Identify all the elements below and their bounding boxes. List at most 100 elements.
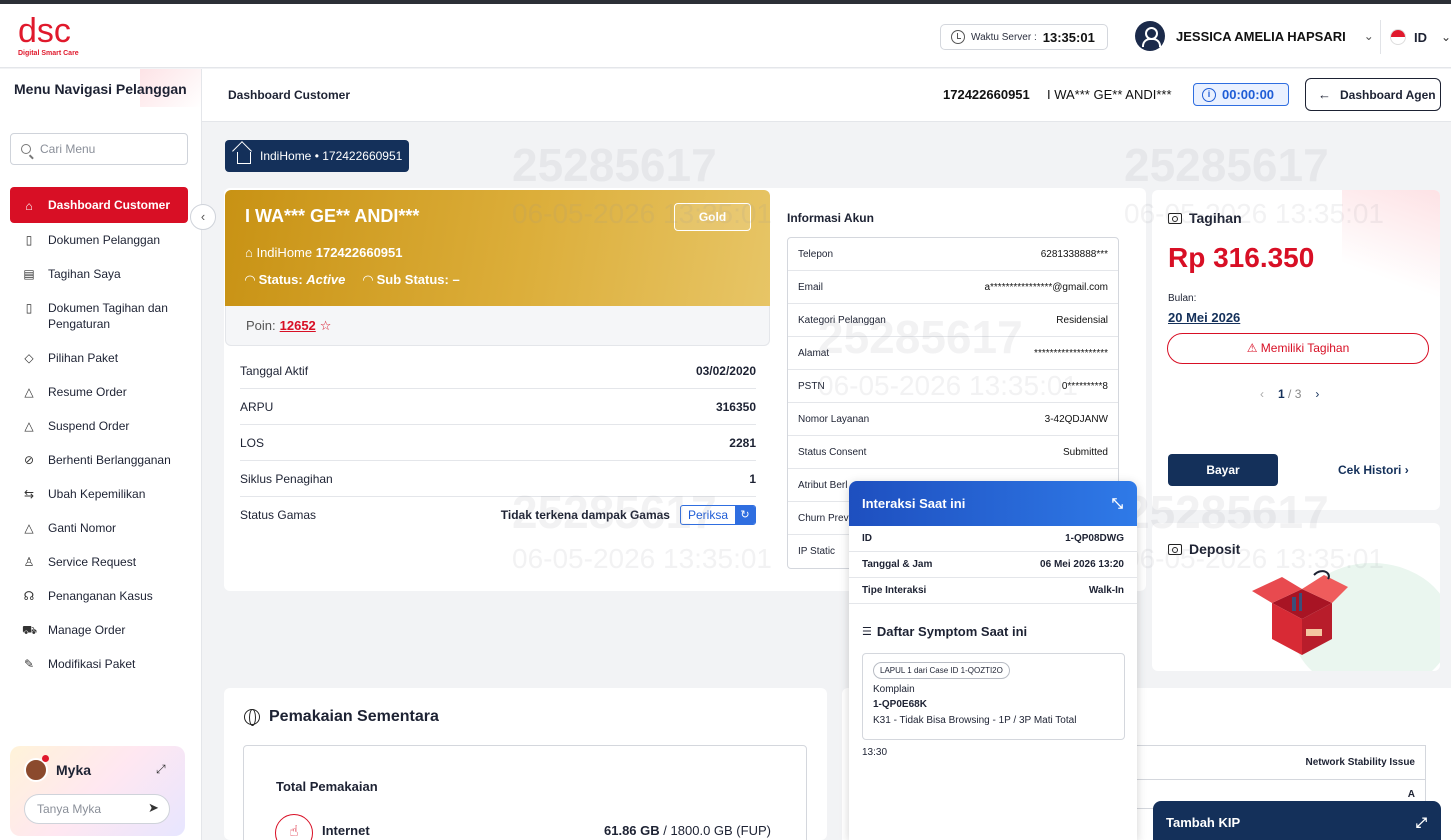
breadcrumb: Dashboard Customer xyxy=(228,88,351,102)
dsc-logo[interactable]: dsc Digital Smart Care xyxy=(18,12,98,62)
user-name: JESSICA AMELIA HAPSARI xyxy=(1176,28,1346,44)
sidebar-item-label: Manage Order xyxy=(48,623,126,637)
usage-separator: / xyxy=(663,823,667,838)
internet-usage-value: 61.86 GB / 1800.0 GB (FUP) xyxy=(604,823,771,838)
sidebar-item-dokumen-pelanggan[interactable]: ▯ Dokumen Pelanggan xyxy=(10,223,188,257)
month-value[interactable]: 20 Mei 2026 xyxy=(1168,310,1240,325)
add-kip-panel[interactable]: Tambah KIP ⤢ xyxy=(1153,801,1441,840)
send-icon[interactable]: ➤ xyxy=(148,800,159,816)
sidebar-item-ubah-kepemilikan[interactable]: ⇆ Ubah Kepemilikan xyxy=(10,477,188,511)
wifi-icon: ◠ xyxy=(245,272,259,287)
receipt-icon: ▤ xyxy=(23,267,35,281)
sidebar-item-service-request[interactable]: ♙ Service Request xyxy=(10,545,188,579)
logo-subtitle: Digital Smart Care xyxy=(18,50,79,57)
triangle-icon: △ xyxy=(24,521,34,535)
sidebar-item-suspend-order[interactable]: △ Suspend Order xyxy=(10,409,188,443)
chevron-left-icon[interactable]: ‹ xyxy=(1260,387,1264,401)
info-label: LOS xyxy=(240,435,265,450)
sidebar-item-label: Service Request xyxy=(48,555,137,569)
usage-quota: 1800.0 GB (FUP) xyxy=(670,823,771,838)
sidebar-item-pilihan-paket[interactable]: ◇ Pilihan Paket xyxy=(10,341,188,375)
list-icon: ☰ xyxy=(862,626,872,638)
usage-used: 61.86 GB xyxy=(604,823,660,838)
billing-status-text: Memiliki Tagihan xyxy=(1260,341,1350,355)
search-placeholder: Cari Menu xyxy=(40,142,96,156)
star-icon: ☆ xyxy=(319,318,332,333)
current-interaction-panel: Interaksi Saat ini ⤡ ID 1-QP08DWG Tanggal … xyxy=(849,481,1137,840)
account-row: Email a****************@gmail.com xyxy=(788,271,1118,304)
poin-link[interactable]: 12652 xyxy=(280,318,316,333)
service-tab[interactable]: IndiHome • 172422660951 xyxy=(225,140,409,172)
sidebar-item-manage-order[interactable]: ⛟ Manage Order xyxy=(10,613,188,647)
sub-header: Dashboard Customer 172422660951 I WA*** … xyxy=(202,69,1451,122)
info-value: Tidak terkena dampak Gamas xyxy=(500,508,670,522)
timer-value: 00:00:00 xyxy=(1222,87,1275,102)
headset-icon: ☊ xyxy=(23,589,35,603)
account-row: Telepon 6281338888*** xyxy=(788,238,1118,271)
sidebar-item-modifikasi-paket[interactable]: ✎ Modifikasi Paket xyxy=(10,647,188,681)
month-label: Bulan: xyxy=(1168,293,1197,304)
info-value: 316350 xyxy=(715,399,756,414)
session-timer: i 00:00:00 xyxy=(1193,83,1289,106)
billing-amount: Rp 316.350 xyxy=(1168,242,1315,273)
sidebar-item-tagihan-saya[interactable]: ▤ Tagihan Saya xyxy=(10,257,188,291)
sidebar-collapse-button[interactable]: ‹ xyxy=(190,204,216,230)
user-icon: ♙ xyxy=(23,555,35,569)
refresh-icon: ↻ xyxy=(735,506,755,524)
menu-search-input[interactable]: Cari Menu xyxy=(10,133,188,165)
sidebar-item-label: Dokumen Tagihan dan Pengaturan xyxy=(48,301,168,331)
interaction-header: Interaksi Saat ini ⤡ xyxy=(849,481,1137,526)
sidebar-item-label: Dashboard Customer xyxy=(48,198,171,212)
interaction-label: ID xyxy=(862,533,872,544)
chevron-right-icon[interactable]: › xyxy=(1315,387,1319,401)
deposit-title: Deposit xyxy=(1168,541,1240,557)
agent-button-label: Dashboard Agen xyxy=(1340,87,1436,102)
symptom-desc: K31 - Tidak Bisa Browsing - 1P / 3P Mati… xyxy=(873,715,1077,726)
server-time: 13:35:01 xyxy=(1042,29,1095,45)
sidebar-item-label: Dokumen Pelanggan xyxy=(48,233,161,247)
sidebar-item-label: Berhenti Berlangganan xyxy=(48,453,171,467)
account-label: Atribut Berl xyxy=(798,479,848,491)
status-line: ◠ Status: Active xyxy=(245,272,345,288)
account-value: Submitted xyxy=(1062,446,1108,458)
language-selector[interactable]: ID ⌄ xyxy=(1380,20,1451,54)
sidebar-item-dokumen-tagihan[interactable]: ▯ Dokumen Tagihan dan Pengaturan xyxy=(10,291,188,341)
sidebar-item-dashboard-customer[interactable]: ⌂ Dashboard Customer xyxy=(10,187,188,223)
server-time-label: Waktu Server : xyxy=(971,31,1037,43)
dashboard-agent-button[interactable]: ← Dashboard Agen xyxy=(1305,78,1441,111)
tier-badge: Gold xyxy=(674,203,751,231)
substatus-line: ◠ Sub Status: – xyxy=(363,272,460,288)
expand-icon[interactable]: ⤢ xyxy=(1416,814,1427,831)
account-label: Telepon xyxy=(798,248,834,260)
sidebar-item-penanganan-kasus[interactable]: ☊ Penanganan Kasus xyxy=(10,579,188,613)
interaction-label: Tanggal & Jam xyxy=(862,559,933,570)
sidebar-item-label: Ubah Kepemilikan xyxy=(48,487,146,501)
sidebar-item-ganti-nomor[interactable]: △ Ganti Nomor xyxy=(10,511,188,545)
account-info-title: Informasi Akun xyxy=(787,211,874,225)
sidebar-item-resume-order[interactable]: △ Resume Order xyxy=(10,375,188,409)
info-label: Tanggal Aktif xyxy=(240,363,309,378)
account-label: Churn Prev xyxy=(798,512,849,524)
symptom-title: ☰ Daftar Symptom Saat ini xyxy=(849,604,1137,639)
myka-name: Myka xyxy=(56,762,92,778)
customer-tier-card: I WA*** GE** ANDI*** Gold ⌂ IndiHome 172… xyxy=(225,190,770,306)
globe-icon xyxy=(244,709,260,726)
collapse-icon[interactable]: ⤡ xyxy=(1112,495,1123,512)
sidebar-item-berhenti-berlangganan[interactable]: ⊘ Berhenti Berlangganan xyxy=(10,443,188,477)
info-value: 2281 xyxy=(729,435,756,450)
periksa-button[interactable]: Periksa ↻ xyxy=(679,505,756,525)
deposit-card: Deposit xyxy=(1152,523,1440,671)
total-usage-label: Total Pemakaian xyxy=(276,779,378,794)
info-value: 03/02/2020 xyxy=(695,363,756,378)
billing-history-link[interactable]: Cek Histori › xyxy=(1338,463,1409,477)
symptom-card[interactable]: LAPUL 1 dari Case ID 1-QOZTI2O Komplain … xyxy=(862,653,1125,740)
info-value: 1 xyxy=(749,471,756,486)
pay-button[interactable]: Bayar xyxy=(1168,454,1278,486)
search-icon xyxy=(21,144,31,154)
expand-icon[interactable]: ⤢ xyxy=(156,762,166,777)
indonesia-flag-icon xyxy=(1390,29,1406,45)
info-icon: i xyxy=(1202,87,1216,102)
info-row: Siklus Penagihan 1 xyxy=(240,461,756,497)
ban-icon: ⊘ xyxy=(23,453,35,467)
user-menu[interactable]: JESSICA AMELIA HAPSARI ⌄ xyxy=(1135,21,1374,51)
